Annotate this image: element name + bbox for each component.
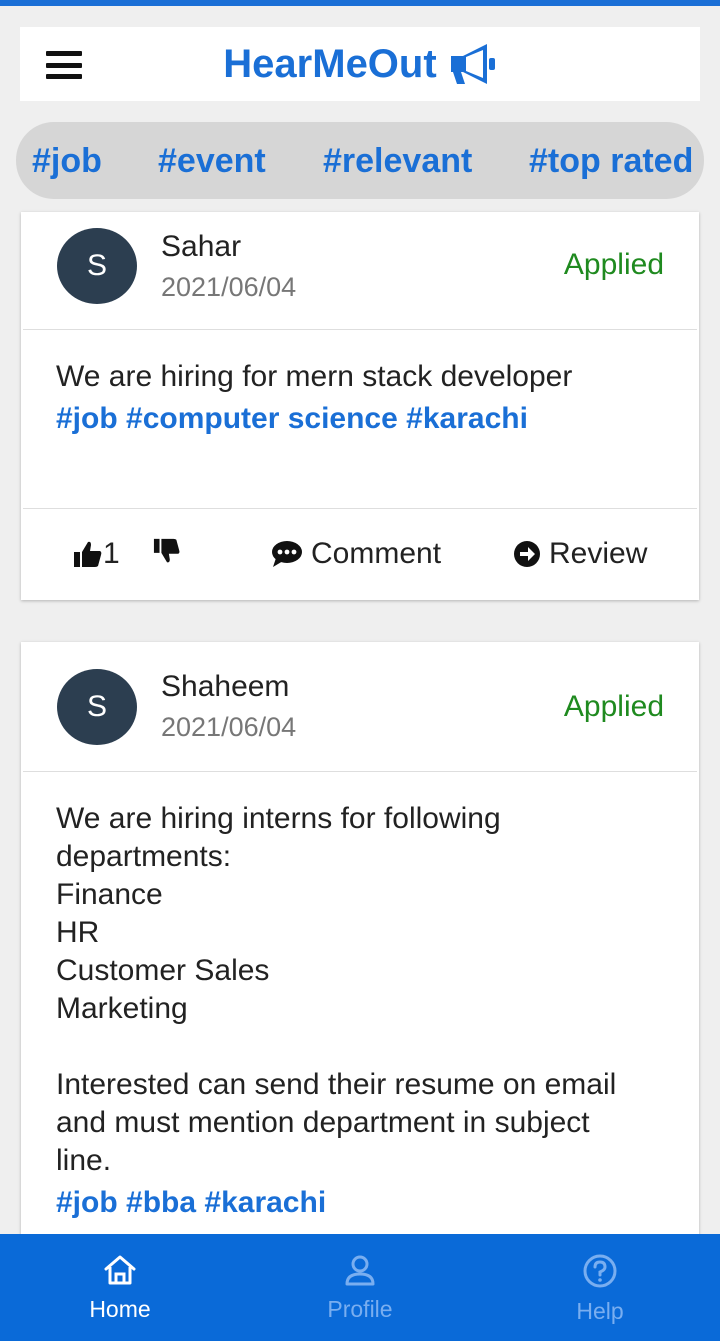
- post-date: 2021/06/04: [161, 272, 297, 302]
- comment-icon: [272, 541, 302, 567]
- post-card: S Sahar 2021/06/04 Applied We are hiring…: [21, 212, 699, 600]
- applied-status[interactable]: Applied: [564, 690, 664, 724]
- person-icon: [345, 1255, 375, 1286]
- post-body: We are hiring interns for following depa…: [21, 772, 699, 1222]
- filter-top-rated[interactable]: #top rated: [529, 142, 693, 181]
- dislike-button[interactable]: [153, 537, 181, 565]
- post-text-line: Finance: [56, 878, 163, 911]
- menu-icon[interactable]: [46, 51, 82, 79]
- avatar[interactable]: S: [57, 228, 137, 304]
- bottom-navigation: Home Profile Help: [0, 1234, 720, 1341]
- avatar[interactable]: S: [57, 669, 137, 745]
- post-actions: 1 Comment Review: [23, 508, 697, 600]
- comment-button[interactable]: Comment: [271, 537, 441, 571]
- post-tag[interactable]: #computer science: [126, 402, 398, 435]
- post-tag[interactable]: #job: [56, 402, 118, 435]
- post-tags: #job #computer science #karachi: [56, 400, 665, 438]
- post-body: We are hiring for mern stack developer #…: [21, 330, 699, 508]
- filter-event[interactable]: #event: [158, 142, 266, 181]
- thumbs-up-icon: [74, 541, 102, 567]
- post-text-line: We are hiring for mern stack developer: [56, 360, 573, 393]
- app-title: HearMeOut: [223, 41, 437, 86]
- post-text-line: departments:: [56, 840, 232, 873]
- post-tags: #job #bba #karachi: [56, 1184, 665, 1222]
- nav-home[interactable]: Home: [0, 1234, 240, 1341]
- megaphone-icon: [450, 44, 495, 84]
- nav-profile[interactable]: Profile: [240, 1234, 480, 1341]
- review-label: Review: [549, 537, 648, 570]
- post-tag[interactable]: #job: [56, 1186, 118, 1219]
- post-author[interactable]: Shaheem: [161, 670, 289, 704]
- post-tag[interactable]: #karachi: [406, 402, 528, 435]
- post-tag[interactable]: #bba: [126, 1186, 196, 1219]
- filter-tabs: #job #event #relevant #top rated: [16, 122, 704, 199]
- like-count: 1: [103, 537, 120, 570]
- arrow-right-circle-icon: [514, 541, 540, 567]
- comment-label: Comment: [311, 537, 442, 570]
- filter-job[interactable]: #job: [32, 142, 102, 181]
- nav-help-label: Help: [576, 1298, 624, 1324]
- applied-status[interactable]: Applied: [564, 248, 664, 282]
- post-text-line: Interested can send their resume on emai…: [56, 1068, 617, 1101]
- app-brand: HearMeOut: [223, 42, 496, 87]
- filter-relevant[interactable]: #relevant: [323, 142, 472, 181]
- post-text-line: We are hiring interns for following: [56, 802, 501, 835]
- post-card: S Shaheem 2021/06/04 Applied We are hiri…: [21, 642, 699, 1262]
- help-icon: [583, 1254, 617, 1288]
- post-text-line: HR: [56, 916, 100, 949]
- post-text-line: [56, 1028, 665, 1066]
- post-text-line: Customer Sales: [56, 954, 270, 987]
- post-tag[interactable]: #karachi: [204, 1186, 326, 1219]
- post-author[interactable]: Sahar: [161, 230, 241, 264]
- review-button[interactable]: Review: [513, 537, 647, 571]
- home-icon: [104, 1255, 136, 1285]
- post-text-line: line.: [56, 1144, 112, 1177]
- nav-profile-label: Profile: [327, 1296, 393, 1322]
- post-header: S Shaheem 2021/06/04 Applied: [23, 642, 697, 772]
- post-header: S Sahar 2021/06/04 Applied: [23, 212, 697, 330]
- post-text-line: Marketing: [56, 992, 188, 1025]
- post-text-line: and must mention department in subject: [56, 1106, 590, 1139]
- top-accent-bar: [0, 0, 720, 6]
- app-bar: HearMeOut: [20, 27, 700, 101]
- nav-help[interactable]: Help: [480, 1234, 720, 1341]
- thumbs-down-icon: [153, 538, 180, 563]
- nav-home-label: Home: [89, 1296, 151, 1322]
- like-button[interactable]: 1: [73, 537, 120, 571]
- post-date: 2021/06/04: [161, 712, 297, 742]
